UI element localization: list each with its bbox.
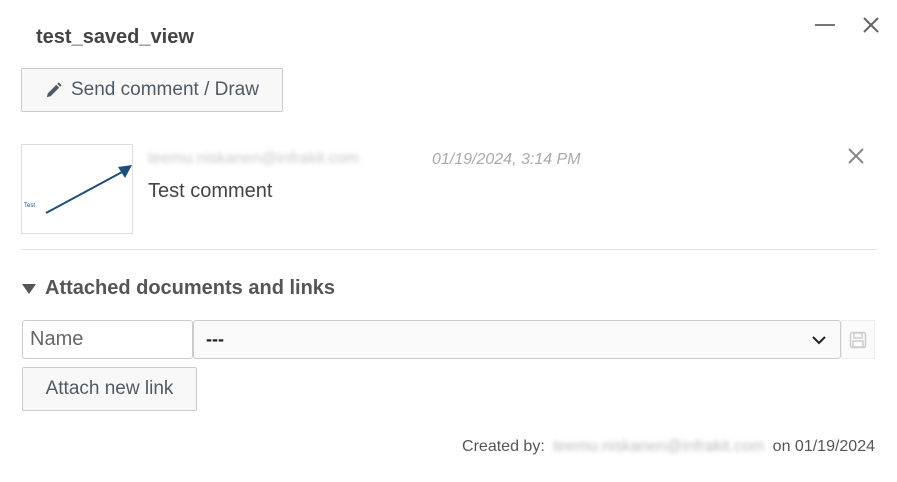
created-date: 01/19/2024 [794, 438, 875, 455]
attachments-section-toggle[interactable]: Attached documents and links [21, 277, 335, 300]
dialog-title: test_saved_view [36, 26, 194, 48]
document-select[interactable]: --- [193, 320, 841, 359]
comment-drawing-thumbnail[interactable]: Test [21, 144, 133, 234]
comment-text: Test comment [148, 180, 273, 202]
save-icon [849, 331, 867, 348]
minimize-icon [815, 24, 835, 26]
save-link-button[interactable] [841, 320, 875, 359]
chevron-down-icon [812, 335, 826, 344]
comment-author: teemu.niskanen@infrakit.com [148, 150, 359, 167]
divider [21, 249, 877, 250]
arrow-drawing: Test [24, 165, 132, 214]
minimize-button[interactable] [812, 12, 838, 38]
created-on-label: on [772, 438, 791, 455]
comment-date: 01/19/2024, 3:14 PM [432, 151, 581, 168]
send-comment-button[interactable]: Send comment / Draw [21, 68, 283, 112]
created-by-user: teemu.niskanen@infrakit.com [553, 438, 765, 455]
pencil-icon [46, 81, 62, 97]
close-icon [848, 148, 864, 164]
created-by-label: Created by: [462, 438, 545, 455]
close-dialog-button[interactable] [858, 12, 884, 38]
send-comment-label: Send comment / Draw [71, 79, 259, 100]
attach-new-link-button[interactable]: Attach new link [22, 367, 197, 411]
document-select-value: --- [206, 329, 224, 349]
created-by-info: Created by: teemu.niskanen@infrakit.com … [462, 438, 875, 456]
link-name-input[interactable] [22, 320, 193, 359]
close-icon [863, 17, 879, 33]
thumbnail-text: Test [24, 203, 35, 209]
delete-comment-button[interactable] [845, 145, 867, 167]
triangle-down-icon [22, 283, 36, 294]
attachments-heading: Attached documents and links [45, 277, 336, 299]
